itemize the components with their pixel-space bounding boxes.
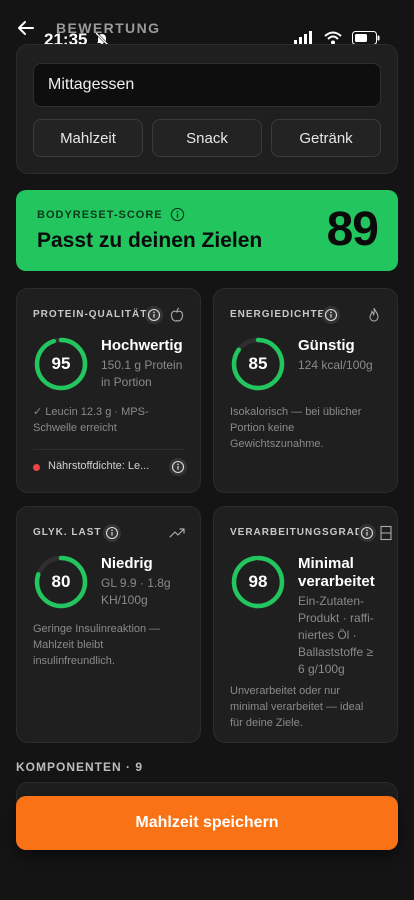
energy-kcal-value: 124 kcal/100g [298, 358, 373, 372]
info-icon[interactable] [169, 458, 187, 476]
protein-amount-line2: in Portion [101, 375, 152, 389]
wifi-icon [324, 31, 342, 45]
glycemic-note-line2: Mahlzeit bleibt [33, 639, 104, 651]
energy-note-line2: Portion keine [230, 422, 295, 434]
protein-amount-line1: 150.1 g Protein [101, 358, 183, 372]
processing-title-line1: Minimal [298, 555, 354, 572]
status-icons [294, 31, 380, 45]
info-icon[interactable] [103, 524, 121, 542]
energy-density-title: Günstig [298, 337, 355, 354]
processing-detail-line5: 6 g/100g [298, 662, 345, 676]
meal-type-snack-button[interactable]: Snack [152, 119, 262, 157]
glycemic-note-line3: insulinfreundlich. [33, 655, 115, 667]
info-icon[interactable] [170, 207, 185, 222]
processing-detail-line3: niertes Öl · [298, 628, 357, 642]
meal-type-selector: Mahlzeit Snack Getränk [33, 119, 381, 157]
info-icon[interactable] [358, 524, 376, 542]
score-label: BODYRESET-SCORE [37, 209, 163, 221]
back-arrow-icon[interactable] [16, 18, 36, 38]
protein-score-value: 95 [51, 354, 71, 373]
flame-icon [369, 307, 379, 322]
info-icon[interactable] [322, 306, 340, 324]
glycemic-load-card: GLYK. LAST 80 Niedrig GL 9.9 · 1.8g KH/1… [16, 506, 201, 743]
protein-quality-card: PROTEIN-QUALITÄT 95 Hochwertig 150.1 g P… [16, 288, 201, 493]
processing-note-line2: minimal verarbeitet — ideal [230, 701, 364, 713]
energy-density-label: ENERGIEDICHTE [230, 309, 326, 320]
processing-score-value: 98 [248, 572, 268, 591]
processing-degree-card: VERARBEITUNGSGRAD 98 Minimal verarbeitet… [213, 506, 398, 743]
nutrient-density-line: Nährstoffdichte: Le... [48, 460, 150, 472]
status-dot-red [33, 464, 40, 471]
leucin-note-line2: Schwelle erreicht [33, 422, 117, 434]
info-icon[interactable] [145, 306, 163, 324]
signal-icon [294, 31, 312, 45]
processing-title-line2: verarbeitet [298, 573, 375, 590]
battery-icon [352, 31, 380, 45]
bodyreset-score-banner: BODYRESET-SCORE Passt zu deinen Zielen 8… [16, 190, 398, 271]
glycemic-score-value: 80 [51, 572, 71, 591]
energy-note-line3: Gewichtszunahme. [230, 438, 324, 450]
processing-detail-line4: Ballaststoffe ≥ [298, 645, 374, 659]
energy-score-value: 85 [248, 354, 268, 373]
meal-details-card: Mahlzeit Snack Getränk [16, 44, 398, 174]
score-value: 89 [326, 203, 379, 256]
processing-detail-line2: Produkt · raffi- [298, 611, 374, 625]
apple-icon [170, 307, 184, 322]
glycemic-note-line1: Geringe Insulinreaktion — [33, 623, 161, 635]
divider [33, 449, 184, 450]
meal-type-getraenk-button[interactable]: Getränk [271, 119, 381, 157]
glycemic-detail-line1: GL 9.9 · 1.8g [101, 576, 171, 590]
processing-note-line1: Unverarbeitet oder nur [230, 685, 341, 697]
protein-quality-title: Hochwertig [101, 337, 183, 354]
glycemic-load-title: Niedrig [101, 555, 153, 572]
meal-type-mahlzeit-button[interactable]: Mahlzeit [33, 119, 143, 157]
factory-icon [380, 525, 392, 541]
processing-degree-label: VERARBEITUNGSGRAD [230, 527, 364, 538]
energy-note-line1: Isokalorisch — bei üblicher [230, 406, 362, 418]
score-headline: Passt zu deinen Zielen [37, 229, 263, 252]
processing-detail-line1: Ein-Zutaten- [298, 594, 365, 608]
glycemic-load-label: GLYK. LAST [33, 527, 102, 538]
protein-quality-label: PROTEIN-QUALITÄT [33, 309, 148, 320]
processing-note-line3: für deine Ziele. [230, 717, 303, 729]
trending-up-icon [169, 528, 185, 538]
page-title: BEWERTUNG [56, 20, 161, 36]
leucin-note-line1: ✓ Leucin 12.3 g · MPS- [33, 406, 149, 418]
save-meal-button[interactable]: Mahlzeit speichern [16, 796, 398, 850]
glycemic-detail-line2: KH/100g [101, 593, 148, 607]
energy-density-card: ENERGIEDICHTE 85 Günstig 124 kcal/100g I… [213, 288, 398, 493]
meal-name-input[interactable] [33, 63, 381, 107]
components-section-label: KOMPONENTEN · 9 [16, 760, 144, 774]
